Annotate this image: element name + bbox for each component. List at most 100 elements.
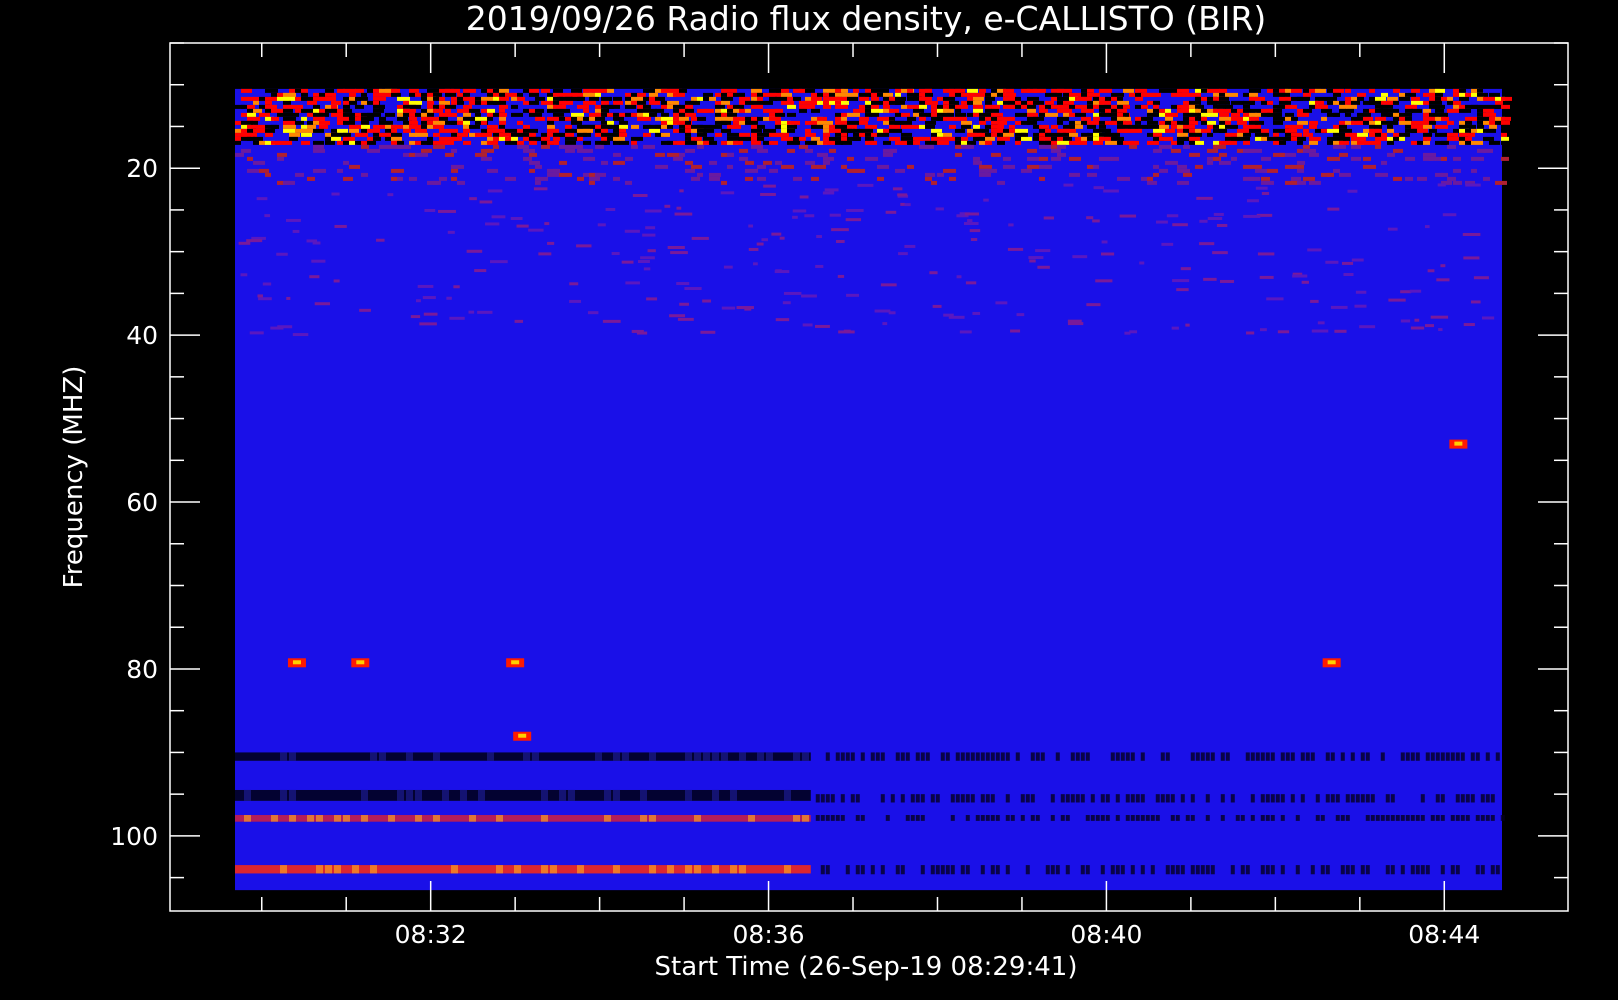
noise-cell — [547, 108, 559, 113]
noise-cell — [1315, 96, 1327, 101]
noise-cell — [907, 88, 913, 93]
band-texture — [325, 865, 332, 874]
noise-cell — [1075, 140, 1087, 145]
noise-cell — [1189, 132, 1196, 137]
dark-cell — [1240, 815, 1245, 821]
noise-cell — [823, 156, 834, 161]
noise-cell — [1453, 92, 1459, 97]
streak-cell — [802, 323, 813, 327]
noise-cell — [577, 104, 589, 109]
dark-cell — [955, 794, 960, 803]
noise-cell — [841, 132, 847, 137]
noise-cell — [787, 96, 793, 101]
noise-cell — [1435, 96, 1442, 101]
streak-cell — [477, 310, 493, 314]
noise-cell — [313, 168, 326, 173]
streak-cell — [1139, 261, 1145, 265]
band-texture — [415, 789, 422, 801]
noise-cell — [691, 100, 700, 105]
noise-cell — [847, 96, 858, 101]
dark-cell — [1230, 794, 1235, 803]
noise-cell — [925, 176, 932, 181]
noise-cell — [943, 108, 954, 113]
noise-cell — [1303, 132, 1313, 137]
streak-cell — [684, 287, 702, 291]
noise-cell — [739, 156, 748, 161]
dark-cell — [990, 794, 995, 803]
noise-cell — [1195, 104, 1204, 109]
band-fill — [235, 789, 811, 801]
dark-cell — [1405, 815, 1410, 821]
dark-cell — [915, 752, 920, 761]
streak-cell — [1119, 214, 1137, 218]
streak-cell — [763, 184, 776, 188]
dark-cell — [1130, 865, 1135, 875]
noise-cell — [805, 132, 816, 137]
band-texture — [415, 815, 422, 822]
streak-cell — [262, 282, 272, 286]
noise-cell — [343, 104, 350, 109]
noise-cell — [283, 180, 295, 185]
noise-cell — [973, 156, 980, 161]
dark-cell — [1475, 865, 1480, 875]
noise-cell — [859, 104, 865, 109]
dark-cell — [1140, 794, 1145, 803]
streak-cell — [611, 252, 620, 256]
noise-cell — [1321, 116, 1327, 121]
noise-cell — [1255, 120, 1264, 125]
noise-cell — [727, 152, 734, 157]
dark-cell — [825, 865, 830, 875]
noise-cell — [643, 144, 655, 149]
dark-cell — [1010, 815, 1015, 821]
dark-cell — [1330, 752, 1335, 761]
dark-cell — [1280, 865, 1285, 875]
noise-cell — [751, 100, 763, 105]
noise-cell — [727, 132, 740, 137]
dark-cell — [1440, 794, 1445, 803]
noise-cell — [961, 144, 974, 149]
noise-cell — [631, 124, 639, 129]
dark-cell — [1320, 815, 1325, 821]
noise-cell — [937, 132, 943, 137]
noise-cell — [439, 128, 452, 133]
noise-cell — [763, 128, 776, 133]
noise-cell — [697, 124, 703, 129]
noise-cell — [1045, 100, 1054, 105]
dark-cell — [1080, 752, 1085, 761]
streak-cell — [422, 296, 436, 300]
noise-cell — [1165, 160, 1178, 165]
noise-cell — [373, 108, 384, 113]
noise-cell — [1453, 168, 1461, 173]
streak-cell — [885, 210, 897, 214]
noise-cell — [487, 124, 498, 129]
noise-cell — [1183, 144, 1190, 149]
streak-cell — [1101, 240, 1108, 244]
noise-cell — [427, 112, 434, 117]
dark-cell — [1335, 815, 1340, 821]
noise-cell — [1279, 92, 1290, 97]
noise-cell — [781, 128, 787, 133]
streak-cell — [1257, 252, 1275, 256]
streak-cell — [1317, 321, 1325, 325]
noise-cell — [889, 124, 900, 129]
noise-cell — [265, 132, 273, 137]
streak-cell — [736, 306, 754, 310]
noise-cell — [1045, 132, 1052, 137]
noise-cell — [1423, 100, 1430, 105]
streak-cell — [1196, 196, 1213, 200]
streak-cell — [670, 251, 688, 255]
noise-cell — [859, 116, 869, 121]
noise-cell — [247, 132, 257, 137]
streak-cell — [943, 313, 954, 317]
dark-cell — [1030, 815, 1035, 821]
streak-cell — [1424, 225, 1430, 229]
noise-cell — [1387, 128, 1394, 133]
band-texture — [469, 815, 476, 822]
streak-cell — [569, 299, 582, 303]
noise-cell — [1471, 104, 1478, 109]
noise-cell — [1195, 108, 1201, 113]
noise-cell — [529, 140, 537, 145]
noise-cell — [1003, 88, 1014, 93]
noise-cell — [643, 104, 651, 109]
noise-cell — [1423, 92, 1435, 97]
